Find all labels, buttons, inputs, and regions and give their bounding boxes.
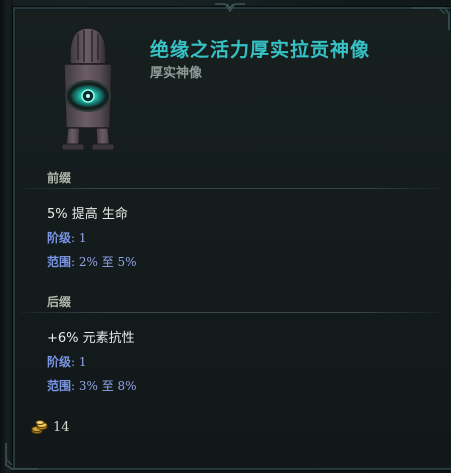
currency-count: 14 [53, 419, 70, 435]
suffix-range: 范围: 3% 至 8% [47, 377, 137, 394]
divider [20, 188, 440, 189]
item-base-type: 厚实神像 [150, 66, 203, 81]
idol-statue-with-eye-icon [61, 27, 115, 151]
range-label: 范围 [47, 379, 72, 393]
corner-ornament-icon [5, 443, 38, 470]
prefix-affix-text: 5% 提高 生命 [47, 207, 128, 222]
suffix-tier: 阶级: 1 [47, 353, 87, 370]
sell-value: 14 [31, 419, 70, 435]
prefix-header: 前缀 [47, 171, 72, 185]
gold-coins-icon [31, 420, 48, 434]
tier-value: : 1 [71, 231, 87, 245]
top-ornament-icon [215, 3, 245, 13]
tier-label: 阶级 [47, 355, 72, 369]
left-edge [0, 0, 13, 473]
prefix-range: 范围: 2% 至 5% [47, 253, 137, 270]
corner-ornament-icon [411, 7, 450, 30]
divider [20, 312, 440, 313]
item-name: 绝缘之活力厚实拉贡神像 [150, 39, 371, 61]
prefix-tier: 阶级: 1 [47, 229, 87, 246]
tier-label: 阶级 [47, 231, 72, 245]
item-tooltip: 绝缘之活力厚实拉贡神像 厚实神像 前缀 5% 提高 生命 阶级: 1 范围: 2… [0, 0, 451, 473]
range-value: : 3% 至 8% [71, 379, 137, 393]
tier-value: : 1 [71, 355, 87, 369]
range-label: 范围 [47, 255, 72, 269]
range-value: : 2% 至 5% [71, 255, 137, 269]
suffix-affix-text: +6% 元素抗性 [47, 331, 135, 346]
suffix-header: 后缀 [47, 295, 72, 309]
